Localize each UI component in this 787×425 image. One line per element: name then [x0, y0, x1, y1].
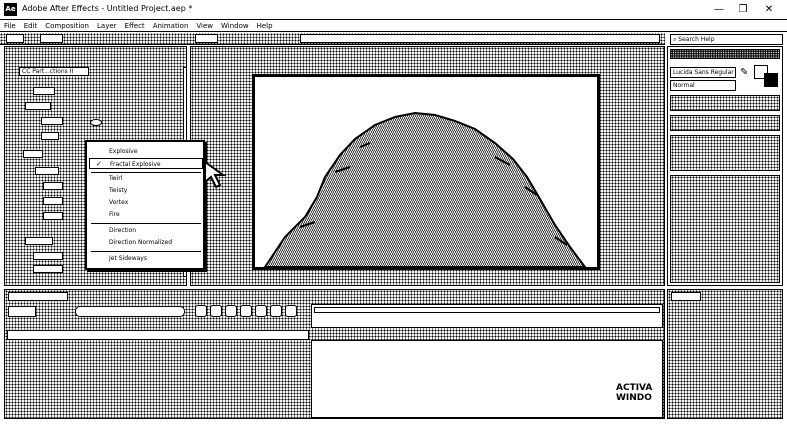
menu-separator [91, 251, 201, 252]
graph-editor-icon[interactable] [255, 305, 267, 317]
maximize-button[interactable]: ❐ [734, 2, 752, 18]
menu-edit[interactable]: Edit [20, 20, 42, 32]
stopwatch-icon[interactable] [90, 119, 102, 126]
watermark-line1: ACTIVA [616, 383, 653, 393]
motion-blur-icon[interactable] [225, 305, 237, 317]
menu-help[interactable]: Help [253, 20, 277, 32]
app-icon: Ae [4, 3, 17, 16]
kerning-tracking-row[interactable] [670, 115, 780, 131]
tab-timeline[interactable] [8, 292, 68, 301]
menu-item-fractal-explosive[interactable]: ✓ Fractal Explosive [89, 158, 203, 169]
property-row[interactable] [43, 182, 63, 190]
property-row[interactable] [33, 265, 63, 273]
property-row[interactable] [33, 252, 63, 260]
menu-layer[interactable]: Layer [93, 20, 121, 32]
font-style-field[interactable]: Normal [670, 80, 736, 91]
timecode-field[interactable] [8, 306, 36, 317]
draft-3d-icon[interactable] [195, 305, 207, 317]
property-row[interactable] [43, 197, 63, 205]
menu-item-direction-normalized[interactable]: Direction Normalized [89, 237, 203, 248]
checkmark-icon: ✓ [96, 160, 102, 168]
property-row[interactable] [41, 132, 59, 140]
tab-project[interactable] [6, 34, 24, 43]
shy-layers-icon[interactable] [270, 305, 282, 317]
property-row[interactable] [41, 117, 63, 125]
menu-item-jet-sideways[interactable]: Jet Sideways [89, 253, 203, 264]
tab-paragraph[interactable] [671, 292, 701, 301]
tab-composition[interactable] [195, 34, 219, 43]
work-area-bar[interactable] [314, 307, 660, 313]
composition-toolbar [300, 34, 660, 43]
eyedropper-icon[interactable]: ✎ [740, 67, 748, 78]
activation-watermark: ACTIVA WINDO [614, 382, 655, 404]
menu-item-direction[interactable]: Direction [89, 225, 203, 236]
paragraph-panel [667, 289, 783, 419]
menu-item-fire[interactable]: Fire [89, 209, 203, 220]
menu-item-twisty[interactable]: Twisty [89, 185, 203, 196]
menu-window[interactable]: Window [217, 20, 253, 32]
watermark-line2: WINDO [616, 393, 652, 403]
timeline-panel [4, 289, 665, 419]
character-panel: Lucida Sans Regular Normal ✎ [667, 46, 783, 286]
menu-composition[interactable]: Composition [41, 20, 93, 32]
cursor-icon [204, 160, 227, 189]
frame-blending-icon[interactable] [240, 305, 252, 317]
menu-view[interactable]: View [192, 20, 217, 32]
property-row[interactable] [33, 87, 55, 95]
character-panel-tabs [670, 49, 780, 59]
stroke-color-swatch[interactable] [764, 73, 778, 87]
tools-toolbar [0, 33, 665, 45]
layer-search-input[interactable] [75, 306, 185, 317]
paragraph-area [670, 175, 780, 283]
property-row[interactable] [25, 102, 51, 110]
composition-frame [252, 74, 600, 270]
size-leading-row[interactable] [670, 95, 780, 111]
menu-item-vortex[interactable]: Vortex [89, 197, 203, 208]
property-row[interactable] [35, 167, 59, 175]
particle-type-menu: Explosive ✓ Fractal Explosive Twirl Twis… [85, 140, 205, 270]
timeline-tracks[interactable] [311, 340, 663, 418]
menu-separator [91, 223, 201, 224]
search-placeholder: Search Help [678, 36, 715, 43]
property-row[interactable] [25, 237, 53, 245]
menu-item-explosive[interactable]: Explosive [89, 146, 203, 157]
minimize-button[interactable]: — [710, 2, 728, 18]
tab-effect-controls[interactable] [40, 34, 64, 43]
live-update-icon[interactable] [285, 305, 297, 317]
font-family-field[interactable]: Lucida Sans Regular [670, 67, 736, 78]
search-help-field[interactable]: ⌕ Search Help [670, 34, 783, 45]
menu-effect[interactable]: Effect [121, 20, 149, 32]
window-title: Adobe After Effects - Untitled Project.a… [22, 4, 193, 13]
particle-render [263, 111, 587, 267]
property-row[interactable] [43, 212, 63, 220]
effect-header[interactable]: CC Part...ctions II [19, 67, 89, 76]
menu-file[interactable]: File [0, 20, 20, 32]
layer-columns-header [7, 330, 309, 340]
time-ruler[interactable] [311, 304, 663, 328]
comp-flowchart-icon[interactable] [210, 305, 222, 317]
menu-bar: File Edit Composition Layer Effect Animation V… [0, 20, 787, 32]
menu-item-label: Fractal Explosive [110, 161, 161, 168]
close-button[interactable]: ✕ [760, 2, 778, 18]
property-row[interactable] [23, 150, 43, 158]
menu-animation[interactable]: Animation [149, 20, 193, 32]
search-icon: ⌕ [673, 36, 677, 43]
particle-mound [263, 111, 587, 267]
scale-baseline-row[interactable] [670, 135, 780, 171]
title-bar: Ae Adobe After Effects - Untitled Projec… [0, 0, 787, 20]
menu-item-twirl[interactable]: Twirl [89, 173, 203, 184]
